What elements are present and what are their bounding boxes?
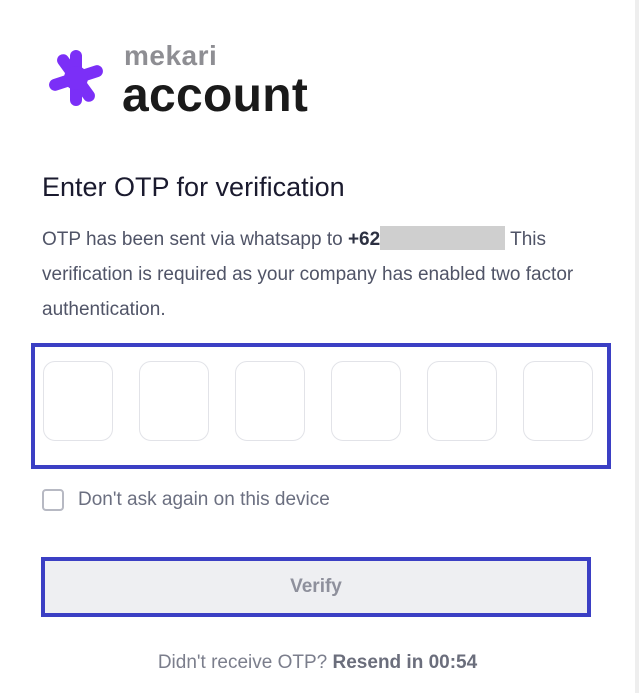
- page-title: Enter OTP for verification: [42, 172, 345, 202]
- otp-digit-2[interactable]: [139, 361, 209, 441]
- otp-input-group: [31, 343, 611, 469]
- redacted-phone-number: [380, 226, 506, 250]
- description-text-start: OTP has been sent via whatsapp to: [42, 229, 348, 250]
- brand-title: account: [122, 69, 309, 122]
- remember-device-row[interactable]: Don't ask again on this device: [42, 486, 330, 514]
- remember-device-checkbox[interactable]: [42, 489, 64, 511]
- remember-device-label[interactable]: Don't ask again on this device: [78, 489, 330, 511]
- resend-prompt: Didn't receive OTP?: [157, 652, 328, 673]
- otp-verification-page: mekari account Enter OTP for verificatio…: [0, 0, 639, 693]
- phone-prefix: +62: [347, 229, 381, 250]
- otp-digit-5[interactable]: [427, 361, 497, 441]
- brand-logo: mekari account: [44, 40, 344, 122]
- resend-countdown-link[interactable]: Resend in 00:54: [333, 652, 478, 673]
- otp-digit-4[interactable]: [331, 361, 401, 441]
- window-edge: [635, 0, 639, 693]
- verify-button[interactable]: Verify: [45, 561, 587, 613]
- otp-digit-1[interactable]: [43, 361, 113, 441]
- otp-digit-6[interactable]: [523, 361, 593, 441]
- otp-description: OTP has been sent via whatsapp to +62 Th…: [42, 222, 602, 327]
- resend-otp-row: Didn't receive OTP? Resend in 00:54: [0, 652, 635, 674]
- verify-button-highlight: Verify: [41, 557, 591, 617]
- mekari-star-icon: [49, 50, 103, 106]
- otp-digit-3[interactable]: [235, 361, 305, 441]
